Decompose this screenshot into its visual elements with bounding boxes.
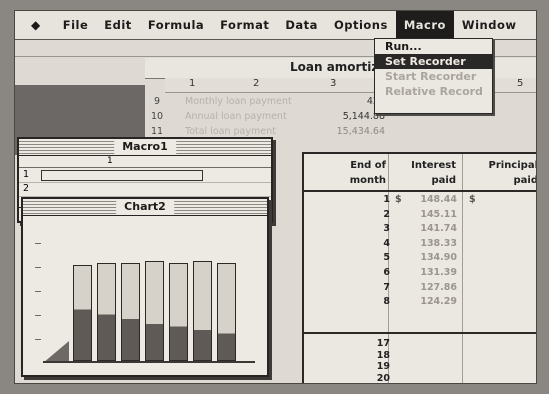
y-tick [35, 267, 41, 268]
month-cell[interactable]: 6 [354, 267, 390, 278]
pane-split[interactable] [304, 332, 536, 334]
menu-window[interactable]: Window [454, 11, 525, 39]
menu-item-run[interactable]: Run... [375, 39, 492, 54]
header-interest-paid[interactable]: Interest paid [404, 158, 456, 188]
macro1-titlebar[interactable]: Macro1 [19, 139, 271, 156]
menu-macro[interactable]: Macro [395, 11, 454, 39]
table-row: 8 124.29 [304, 296, 536, 308]
menu-bar: ◆ File Edit Formula Format Data Options … [15, 11, 536, 40]
menu-format[interactable]: Format [212, 11, 277, 39]
screen: ◆ File Edit Formula Format Data Options … [14, 10, 537, 384]
header-end-of-month[interactable]: End of month [334, 158, 386, 188]
header-principal-paid[interactable]: Principal paid [476, 158, 537, 188]
apple-menu-icon[interactable]: ◆ [15, 11, 55, 39]
chart-bar[interactable] [121, 263, 140, 361]
col-head[interactable]: 2 [253, 78, 259, 89]
amortization-table: End of month Interest paid Principal pai… [302, 152, 537, 383]
interest-cell[interactable]: 145.11 [409, 209, 457, 220]
interest-cell[interactable]: 141.74 [409, 223, 457, 234]
table-header: End of month Interest paid Principal pai… [304, 154, 537, 192]
chart-plot-area[interactable] [35, 223, 255, 363]
table-row: 6 131.39 [304, 267, 536, 279]
menu-data[interactable]: Data [277, 11, 326, 39]
interest-cell[interactable]: 131.39 [409, 267, 457, 278]
row-number: 1 [23, 169, 30, 180]
month-cell[interactable]: 4 [354, 238, 390, 249]
month-cell[interactable]: 19 [354, 361, 390, 372]
info-row: 10 Annual loan payment 5,144.88 [145, 111, 385, 127]
table-row: 18 [304, 350, 536, 362]
chart-bar[interactable] [193, 260, 212, 361]
table-row: 19 [304, 361, 536, 373]
selected-cell[interactable] [41, 170, 203, 181]
chart-area-shape [43, 341, 69, 363]
month-cell[interactable]: 3 [354, 223, 390, 234]
table-row: 2 145.11 [304, 209, 536, 221]
table-row: 1 $ $148.44 [304, 194, 536, 206]
table-row: 4 138.33 [304, 238, 536, 250]
macro-row: 2 [19, 182, 271, 197]
col-head[interactable]: 3 [330, 78, 336, 89]
menu-item-set-recorder[interactable]: Set Recorder [375, 54, 492, 69]
chart-bar[interactable] [217, 263, 236, 361]
chart-baseline [43, 361, 255, 363]
row-label: Monthly loan payment [185, 96, 292, 107]
chart-bar[interactable] [169, 263, 188, 361]
month-cell[interactable]: 5 [354, 252, 390, 263]
row-label: Total loan payment [185, 126, 276, 137]
chart2-title: Chart2 [116, 199, 174, 215]
macro-row: 1 [19, 168, 271, 183]
col-head[interactable]: 5 [517, 78, 523, 89]
chart-bar[interactable] [145, 260, 164, 361]
month-cell[interactable]: 7 [354, 282, 390, 293]
col-head[interactable]: 1 [107, 156, 113, 166]
col-head[interactable]: 1 [189, 78, 195, 89]
month-cell[interactable]: 18 [354, 350, 390, 361]
interest-cell[interactable]: 148.44 [409, 194, 457, 205]
currency-symbol: $ [469, 194, 476, 205]
y-tick [35, 243, 41, 244]
menu-edit[interactable]: Edit [96, 11, 140, 39]
macro1-title: Macro1 [114, 139, 176, 155]
table-row: 7 127.86 [304, 282, 536, 294]
menu-item-start-recorder: Start Recorder [385, 70, 477, 83]
month-cell[interactable]: 20 [354, 373, 390, 383]
month-cell[interactable]: 17 [354, 338, 390, 349]
table-row: 17 [304, 338, 536, 350]
row-number: 2 [23, 183, 30, 194]
table-row: 20 [304, 373, 536, 383]
month-cell[interactable]: 1 [354, 194, 390, 205]
row-number: 11 [150, 126, 164, 137]
row-label: Annual loan payment [185, 111, 287, 122]
interest-cell[interactable]: 124.29 [409, 296, 457, 307]
row-number: 9 [153, 96, 161, 107]
interest-cell[interactable]: 138.33 [409, 238, 457, 249]
row-value[interactable]: 15,434.64 [337, 126, 385, 137]
macro1-column-header: 1 [19, 156, 271, 168]
macro-dropdown: Run... Set Recorder Start Recorder Relat… [374, 38, 493, 114]
info-row: 9 Monthly loan payment 428 [145, 96, 385, 112]
table-row: 3 141.74 [304, 223, 536, 235]
row-number: 10 [150, 111, 164, 122]
menu-options[interactable]: Options [326, 11, 396, 39]
interest-cell[interactable]: 127.86 [409, 282, 457, 293]
chart-bar[interactable] [73, 265, 92, 361]
y-tick [35, 315, 41, 316]
interest-cell[interactable]: 134.90 [409, 252, 457, 263]
menu-item-relative-record: Relative Record [385, 85, 483, 98]
chart2-titlebar[interactable]: Chart2 [23, 199, 267, 216]
y-tick [35, 291, 41, 292]
chart-bar[interactable] [97, 263, 116, 361]
y-tick [35, 339, 41, 340]
menu-file[interactable]: File [55, 11, 97, 39]
month-cell[interactable]: 8 [354, 296, 390, 307]
chart2-window: Chart2 [21, 197, 269, 377]
month-cell[interactable]: 2 [354, 209, 390, 220]
menu-formula[interactable]: Formula [140, 11, 212, 39]
table-row: 5 134.90 [304, 252, 536, 264]
currency-symbol: $ [395, 194, 402, 205]
